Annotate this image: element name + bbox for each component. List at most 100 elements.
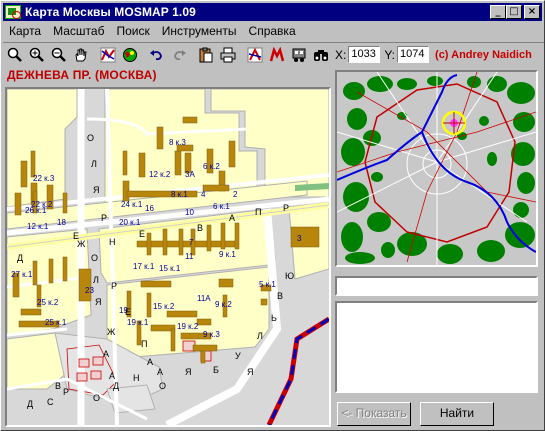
- house-number: 18: [57, 218, 66, 227]
- street-letter: Я: [247, 367, 254, 377]
- street-letter: О: [91, 253, 98, 263]
- show-button[interactable]: <- Показать: [337, 402, 411, 426]
- house-number: 11: [185, 252, 194, 261]
- street-letter: Я: [185, 367, 192, 377]
- street-map[interactable]: 8 к.3 6 к.2 12 к.2 3А 22 к.3 2 4 22 к.2 10 8 к.1 6…: [5, 87, 331, 427]
- layers-icon[interactable]: [244, 44, 265, 65]
- zoom-in-icon[interactable]: [26, 44, 47, 65]
- house-number: 16: [145, 204, 154, 213]
- forest-patch: [371, 172, 383, 182]
- building: [178, 228, 184, 256]
- building: [156, 126, 164, 150]
- menu-search[interactable]: Поиск: [110, 23, 155, 41]
- street-letter: Д: [113, 381, 119, 391]
- app-window: Карта Москвы MOSMAP 1.09 _ □ × Карта Мас…: [0, 0, 545, 431]
- redo-icon[interactable]: [168, 44, 189, 65]
- street-letter: А: [103, 349, 109, 359]
- house-number: 3: [297, 234, 302, 243]
- menu-bar: Карта Масштаб Поиск Инструменты Справка: [3, 23, 302, 41]
- street-letter: Р: [283, 203, 289, 213]
- street-letter: О: [159, 381, 166, 391]
- y-label: Y:: [384, 47, 396, 62]
- maximize-button[interactable]: □: [506, 5, 522, 19]
- house-number: 4: [201, 190, 206, 199]
- building: [218, 278, 234, 288]
- building: [20, 160, 28, 188]
- street-letter: В: [197, 223, 203, 233]
- overview-map-canvas[interactable]: [337, 72, 536, 265]
- transit-icon[interactable]: [288, 44, 309, 65]
- location-marker: [441, 110, 467, 136]
- window-title: Карта Москвы MOSMAP 1.09: [25, 5, 196, 19]
- street-letter: Д: [17, 253, 23, 263]
- house-number: 7: [189, 238, 194, 247]
- house-number: 24 к.1: [121, 200, 143, 209]
- house-number: 6 к.1: [213, 202, 230, 211]
- street-letter: Р: [101, 213, 107, 223]
- find-button[interactable]: Найти: [420, 402, 494, 426]
- building: [234, 222, 240, 250]
- building: [196, 318, 212, 326]
- building: [182, 116, 198, 124]
- close-button[interactable]: ×: [524, 5, 540, 19]
- street-letter: Л: [257, 331, 263, 341]
- print-icon[interactable]: [217, 44, 238, 65]
- zoom-icon[interactable]: [4, 44, 25, 65]
- search-results-list[interactable]: [335, 301, 538, 393]
- building: [174, 150, 182, 176]
- forest-patch: [367, 212, 391, 232]
- forest-patch: [343, 82, 365, 100]
- house-number: 19 к.2: [177, 322, 199, 331]
- building: [290, 226, 320, 248]
- street-letter: В: [55, 381, 61, 391]
- x-coordinate-field[interactable]: 1033: [348, 46, 381, 63]
- route-icon[interactable]: [97, 44, 118, 65]
- clipboard-icon[interactable]: [195, 44, 216, 65]
- house-number: 6 к.2: [203, 162, 220, 171]
- forest-patch: [477, 240, 505, 262]
- house-number: 5 к.1: [259, 280, 276, 289]
- menu-tools[interactable]: Инструменты: [156, 23, 243, 41]
- forest-patch: [347, 108, 367, 130]
- street-name: ДЕЖНЕВА ПР. (МОСКВА): [7, 68, 157, 82]
- title-bar: Карта Москвы MOSMAP 1.09 _ □ ×: [3, 3, 542, 21]
- street-letter: А: [147, 357, 153, 367]
- street-letter: П: [141, 339, 147, 349]
- forest-patch: [341, 138, 365, 166]
- house-number: 23: [85, 286, 94, 295]
- menu-scale[interactable]: Масштаб: [47, 23, 110, 41]
- globe-icon[interactable]: [119, 44, 140, 65]
- house-number: 25 к.2: [37, 298, 59, 307]
- street-letter: Н: [109, 237, 116, 247]
- forest-patch: [341, 222, 363, 252]
- building: [14, 192, 22, 216]
- hand-icon[interactable]: [70, 44, 91, 65]
- zoom-out-icon[interactable]: [48, 44, 69, 65]
- building: [62, 192, 68, 214]
- forest-patch: [513, 112, 535, 132]
- building: [62, 256, 68, 282]
- overview-map[interactable]: [335, 70, 538, 267]
- y-coordinate-field[interactable]: 1074: [397, 46, 430, 63]
- building: [138, 152, 146, 178]
- building: [192, 344, 218, 352]
- menu-help[interactable]: Справка: [243, 23, 302, 41]
- street-letter: П: [255, 207, 261, 217]
- binoculars-icon[interactable]: [310, 44, 331, 65]
- metro-icon[interactable]: [266, 44, 287, 65]
- building: [146, 292, 152, 318]
- house-number: 3А: [185, 170, 195, 179]
- forest-patch: [487, 152, 497, 166]
- forest-patch: [437, 244, 463, 264]
- street-map-canvas[interactable]: 8 к.36 к.212 к.2 3А22 к.32422 к.2108 к.16…: [7, 89, 329, 425]
- forest-patch: [487, 76, 507, 92]
- street-letter: Ж: [107, 327, 116, 337]
- search-input[interactable]: [335, 276, 538, 296]
- minimize-button[interactable]: _: [490, 5, 506, 19]
- street-letter: О: [87, 133, 94, 143]
- undo-icon[interactable]: [146, 44, 167, 65]
- house-number: 8 к.3: [169, 138, 186, 147]
- building: [200, 350, 206, 364]
- menu-map[interactable]: Карта: [3, 23, 47, 41]
- house-number: 8 к.1: [171, 190, 188, 199]
